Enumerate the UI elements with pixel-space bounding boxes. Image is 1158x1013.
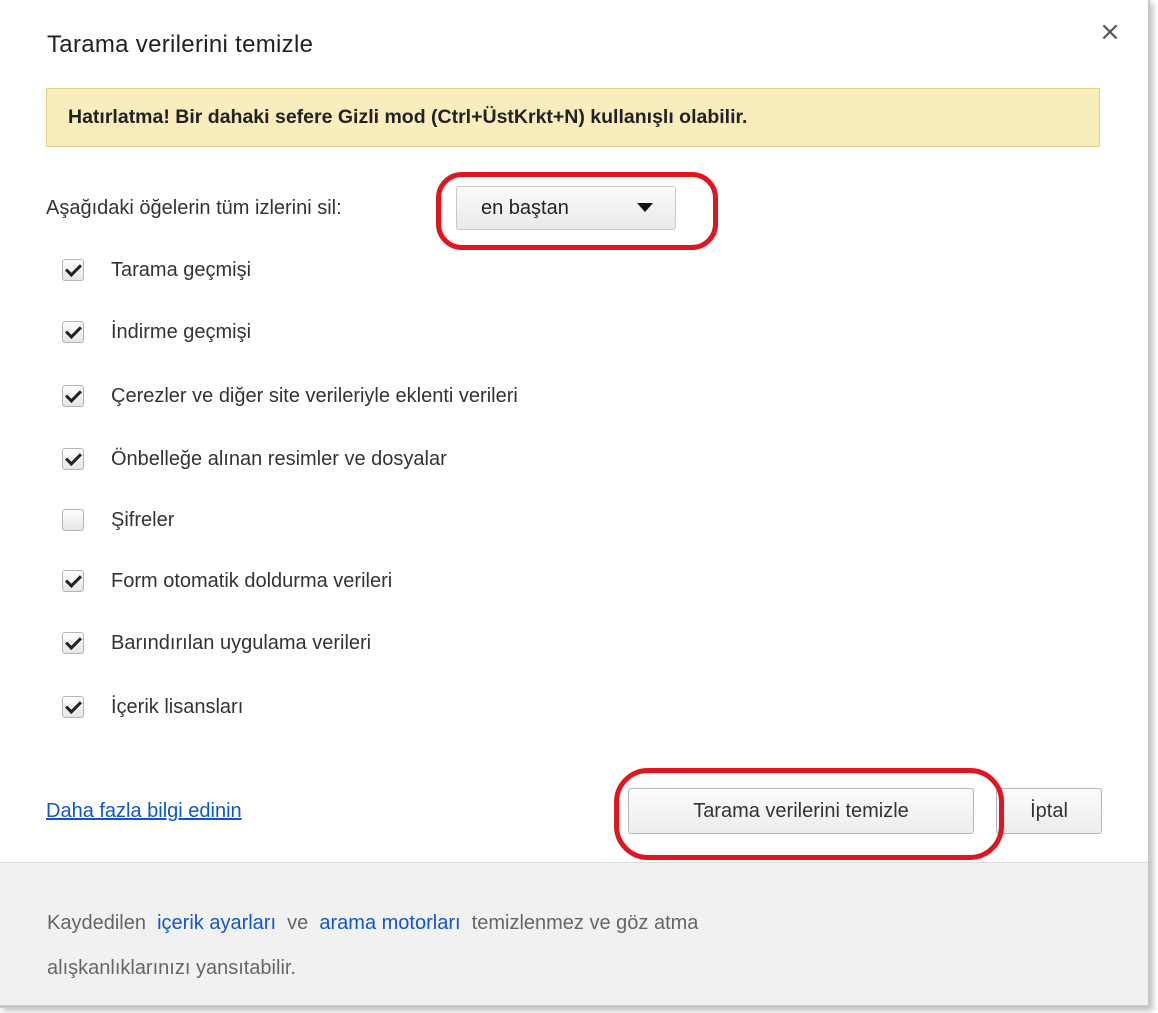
footer-text: alışkanlıklarınızı yansıtabilir. <box>47 957 296 979</box>
dialog-title: Tarama verilerini temizle <box>47 31 314 58</box>
footer-note: Kaydedilen içerik ayarları ve arama moto… <box>0 862 1148 1005</box>
search-engines-link[interactable]: arama motorları <box>319 912 460 934</box>
option-label: İndirme geçmişi <box>111 320 252 343</box>
option-label: Barındırılan uygulama verileri <box>111 631 372 654</box>
option-label: Form otomatik doldurma verileri <box>111 569 393 592</box>
checkbox[interactable] <box>62 448 84 470</box>
time-period-row: Aşağıdaki öğelerin tüm izlerini sil: en … <box>46 186 676 230</box>
option-cached-images[interactable]: Önbelleğe alınan resimler ve dosyalar <box>62 444 447 474</box>
reminder-text: Hatırlatma! Bir dahaki sefere Gizli mod … <box>68 106 748 128</box>
clear-data-button[interactable]: Tarama verilerini temizle <box>628 788 974 834</box>
footer-text: Kaydedilen <box>47 912 146 934</box>
option-label: Çerezler ve diğer site verileriyle eklen… <box>111 384 518 407</box>
close-icon[interactable]: × <box>1096 18 1124 46</box>
time-period-selected-value: en baştan <box>481 196 569 219</box>
option-cookies[interactable]: Çerezler ve diğer site verileriyle eklen… <box>62 381 518 411</box>
checkbox[interactable] <box>62 259 84 281</box>
option-download-history[interactable]: İndirme geçmişi <box>62 317 251 347</box>
option-hosted-app-data[interactable]: Barındırılan uygulama verileri <box>62 628 371 658</box>
checkbox[interactable] <box>62 321 84 343</box>
content-settings-link[interactable]: içerik ayarları <box>157 912 276 934</box>
option-label: Şifreler <box>111 508 175 531</box>
checkbox[interactable] <box>62 570 84 592</box>
learn-more-link[interactable]: Daha fazla bilgi edinin <box>46 800 242 823</box>
checkbox[interactable] <box>62 509 84 531</box>
checkbox[interactable] <box>62 632 84 654</box>
option-label: İçerik lisansları <box>111 695 244 718</box>
option-label: Önbelleğe alınan resimler ve dosyalar <box>111 447 447 470</box>
footer-text: temizlenmez ve göz atma <box>471 912 699 934</box>
option-browsing-history[interactable]: Tarama geçmişi <box>62 255 251 285</box>
option-label: Tarama geçmişi <box>111 258 252 281</box>
option-content-licenses[interactable]: İçerik lisansları <box>62 692 243 722</box>
option-passwords[interactable]: Şifreler <box>62 505 174 535</box>
checkbox[interactable] <box>62 696 84 718</box>
checkbox[interactable] <box>62 385 84 407</box>
option-autofill[interactable]: Form otomatik doldurma verileri <box>62 566 392 596</box>
footer-text: ve <box>287 912 309 934</box>
clear-browsing-data-dialog: × Tarama verilerini temizle Hatırlatma! … <box>0 0 1150 1008</box>
dropdown-arrow-icon <box>637 203 653 212</box>
cancel-button[interactable]: İptal <box>996 788 1102 834</box>
time-period-label: Aşağıdaki öğelerin tüm izlerini sil: <box>46 196 342 219</box>
time-period-select[interactable]: en baştan <box>456 186 676 230</box>
incognito-reminder-banner: Hatırlatma! Bir dahaki sefere Gizli mod … <box>46 88 1100 147</box>
